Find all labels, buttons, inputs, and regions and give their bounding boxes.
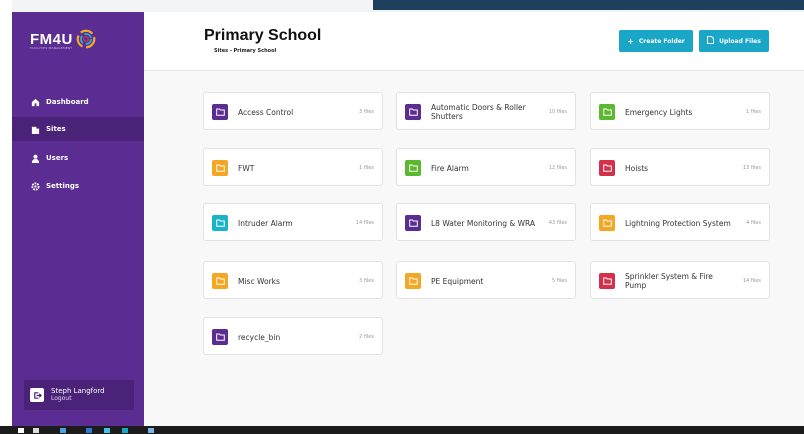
folder-icon — [212, 329, 228, 345]
folder-file-count: 5 files — [552, 278, 567, 284]
sidebar — [12, 12, 144, 426]
building-icon — [30, 124, 40, 134]
sidebar-item-label: Dashboard — [46, 98, 89, 106]
folder-icon — [405, 160, 421, 176]
folder-file-count: 43 files — [548, 220, 567, 226]
folder-file-count: 14 files — [742, 278, 761, 284]
folder-card[interactable]: Automatic Doors & Roller Shutters 10 file… — [396, 92, 576, 130]
gear-icon — [30, 181, 40, 191]
upload-files-button[interactable]: Upload Files — [699, 30, 769, 52]
folder-card[interactable]: Sprinkler System & Fire Pump 14 files — [590, 261, 770, 299]
user-logout-box[interactable]: Steph Langford Logout — [24, 380, 134, 410]
sidebar-item-label: Sites — [46, 125, 66, 133]
folder-file-count: 12 files — [548, 165, 567, 171]
folder-card[interactable]: Emergency Lights 1 files — [590, 92, 770, 130]
folder-icon — [599, 215, 615, 231]
folder-card[interactable]: Access Control 3 files — [203, 92, 383, 130]
folder-file-count: 3 files — [359, 109, 374, 115]
taskbar-app-icon[interactable] — [122, 428, 128, 433]
create-folder-label: Create Folder — [638, 37, 685, 45]
folder-card[interactable]: PE Equipment 5 files — [396, 261, 576, 299]
folder-name: Intruder Alarm — [238, 218, 293, 228]
sidebar-item-label: Users — [46, 154, 69, 162]
folder-icon — [212, 104, 228, 120]
os-taskbar — [0, 426, 804, 434]
folder-icon — [405, 273, 421, 289]
folder-icon — [405, 104, 421, 120]
folder-name: FWT — [238, 163, 255, 173]
logout-icon — [30, 388, 44, 402]
breadcrumb: Sites - Primary School — [214, 48, 277, 54]
folder-card[interactable]: Fire Alarm 12 files — [396, 148, 576, 186]
folder-icon — [599, 104, 615, 120]
file-icon — [707, 36, 715, 46]
folder-file-count: 2 files — [359, 334, 374, 340]
folder-icon — [212, 160, 228, 176]
folder-name: Emergency Lights — [625, 107, 693, 117]
folder-icon — [599, 273, 615, 289]
folder-card[interactable]: L8 Water Monitoring & WRA 43 files — [396, 203, 576, 241]
user-icon — [30, 153, 40, 163]
folder-card[interactable]: FWT 1 files — [203, 148, 383, 186]
sidebar-item-label: Settings — [46, 182, 80, 190]
sidebar-item-settings[interactable]: Settings — [12, 174, 144, 198]
page-title: Primary School — [204, 27, 322, 44]
logo-swirl-icon — [76, 29, 96, 49]
folder-file-count: 14 files — [355, 220, 374, 226]
folder-name: L8 Water Monitoring & WRA — [431, 218, 536, 228]
window-left-edge — [0, 0, 12, 426]
search-icon[interactable] — [33, 428, 39, 433]
folder-icon — [599, 160, 615, 176]
taskbar-app-icon[interactable] — [60, 428, 66, 433]
folder-file-count: 1 files — [746, 109, 761, 115]
plus-icon: + — [627, 36, 634, 46]
user-name: Steph Langford — [51, 387, 105, 395]
taskbar-app-icon[interactable] — [86, 428, 92, 433]
folder-file-count: 1 files — [359, 165, 374, 171]
folder-file-count: 13 files — [742, 165, 761, 171]
folder-file-count: 3 files — [359, 278, 374, 284]
folder-name: recycle_bin — [238, 332, 281, 342]
sidebar-item-sites[interactable]: Sites — [12, 117, 144, 141]
folder-icon — [405, 215, 421, 231]
folder-card[interactable]: recycle_bin 2 files — [203, 317, 383, 355]
folder-name: Lightning Protection System — [625, 218, 731, 228]
folder-name: Misc Works — [238, 276, 280, 286]
folder-name: Automatic Doors & Roller Shutters — [431, 103, 526, 121]
folder-name: PE Equipment — [431, 276, 484, 286]
folder-icon — [212, 215, 228, 231]
folder-card[interactable]: Hoists 13 files — [590, 148, 770, 186]
logout-link[interactable]: Logout — [51, 395, 105, 403]
sidebar-item-users[interactable]: Users — [12, 146, 144, 170]
folder-file-count: 10 files — [548, 109, 567, 115]
folder-card[interactable]: Intruder Alarm 14 files — [203, 203, 383, 241]
windows-start-icon[interactable] — [18, 428, 24, 433]
logo-text: FM4U — [30, 30, 73, 48]
dashboard-icon — [30, 97, 40, 107]
folder-name: Hoists — [625, 163, 649, 173]
create-folder-button[interactable]: + Create Folder — [619, 30, 693, 52]
folder-icon — [212, 273, 228, 289]
folder-name: Sprinkler System & Fire Pump — [625, 272, 713, 290]
folder-card[interactable]: Lightning Protection System 4 files — [590, 203, 770, 241]
taskbar-app-icon[interactable] — [148, 428, 154, 433]
upload-files-label: Upload Files — [719, 37, 761, 45]
folder-name: Fire Alarm — [431, 163, 469, 173]
folder-file-count: 4 files — [746, 220, 761, 226]
folder-name: Access Control — [238, 107, 294, 117]
sidebar-item-dashboard[interactable]: Dashboard — [12, 90, 144, 114]
taskbar-app-icon[interactable] — [104, 428, 110, 433]
folder-card[interactable]: Misc Works 3 files — [203, 261, 383, 299]
window-top-strip — [373, 0, 804, 10]
logo-tagline: FACILITIES MANAGEMENT — [30, 46, 73, 50]
